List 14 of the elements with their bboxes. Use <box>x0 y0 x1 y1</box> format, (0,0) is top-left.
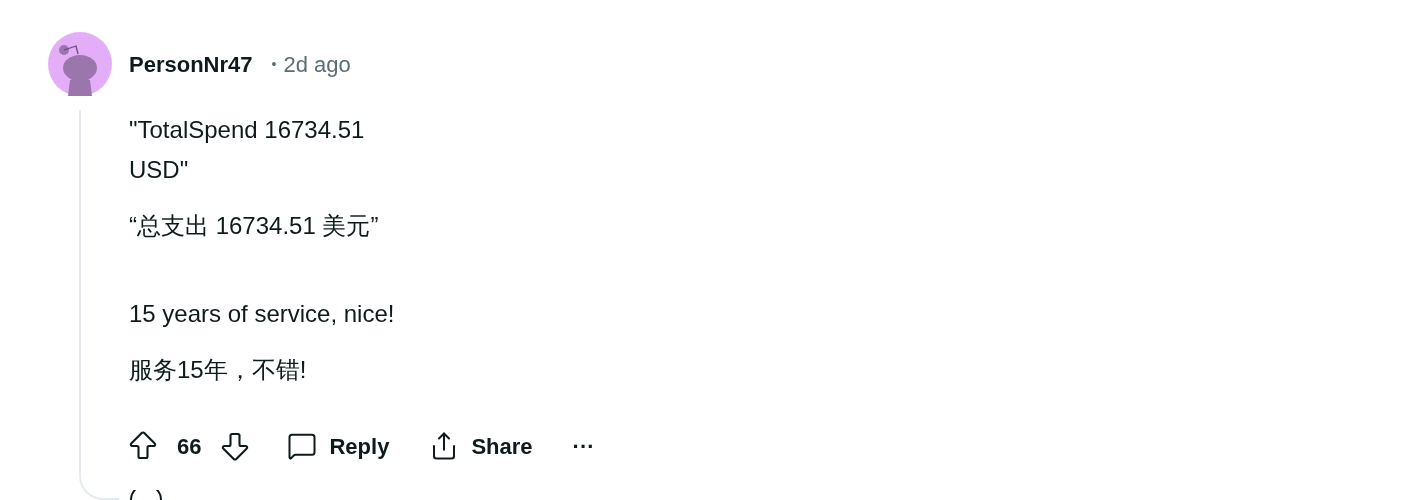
reply-button[interactable]: Reply <box>287 429 390 463</box>
timestamp: 2d ago <box>283 50 351 79</box>
avatar-icon <box>48 32 112 96</box>
share-button[interactable]: Share <box>429 429 533 463</box>
more-button[interactable]: ··· <box>572 429 595 463</box>
comment-text: “总支出 16734.51 美元” <box>129 211 380 241</box>
comment-text: 15 years of service, nice! <box>129 299 396 329</box>
comment-text: "TotalSpend 16734.51 USD" <box>129 115 366 185</box>
vote-count: 66 <box>177 432 202 461</box>
comment-text: 服务15年，不错! <box>129 355 308 385</box>
username[interactable]: PersonNr47 <box>129 47 253 81</box>
speech-bubble-icon <box>287 431 318 461</box>
separator-dot: • <box>271 54 277 74</box>
collapse-icon[interactable] <box>129 490 163 500</box>
